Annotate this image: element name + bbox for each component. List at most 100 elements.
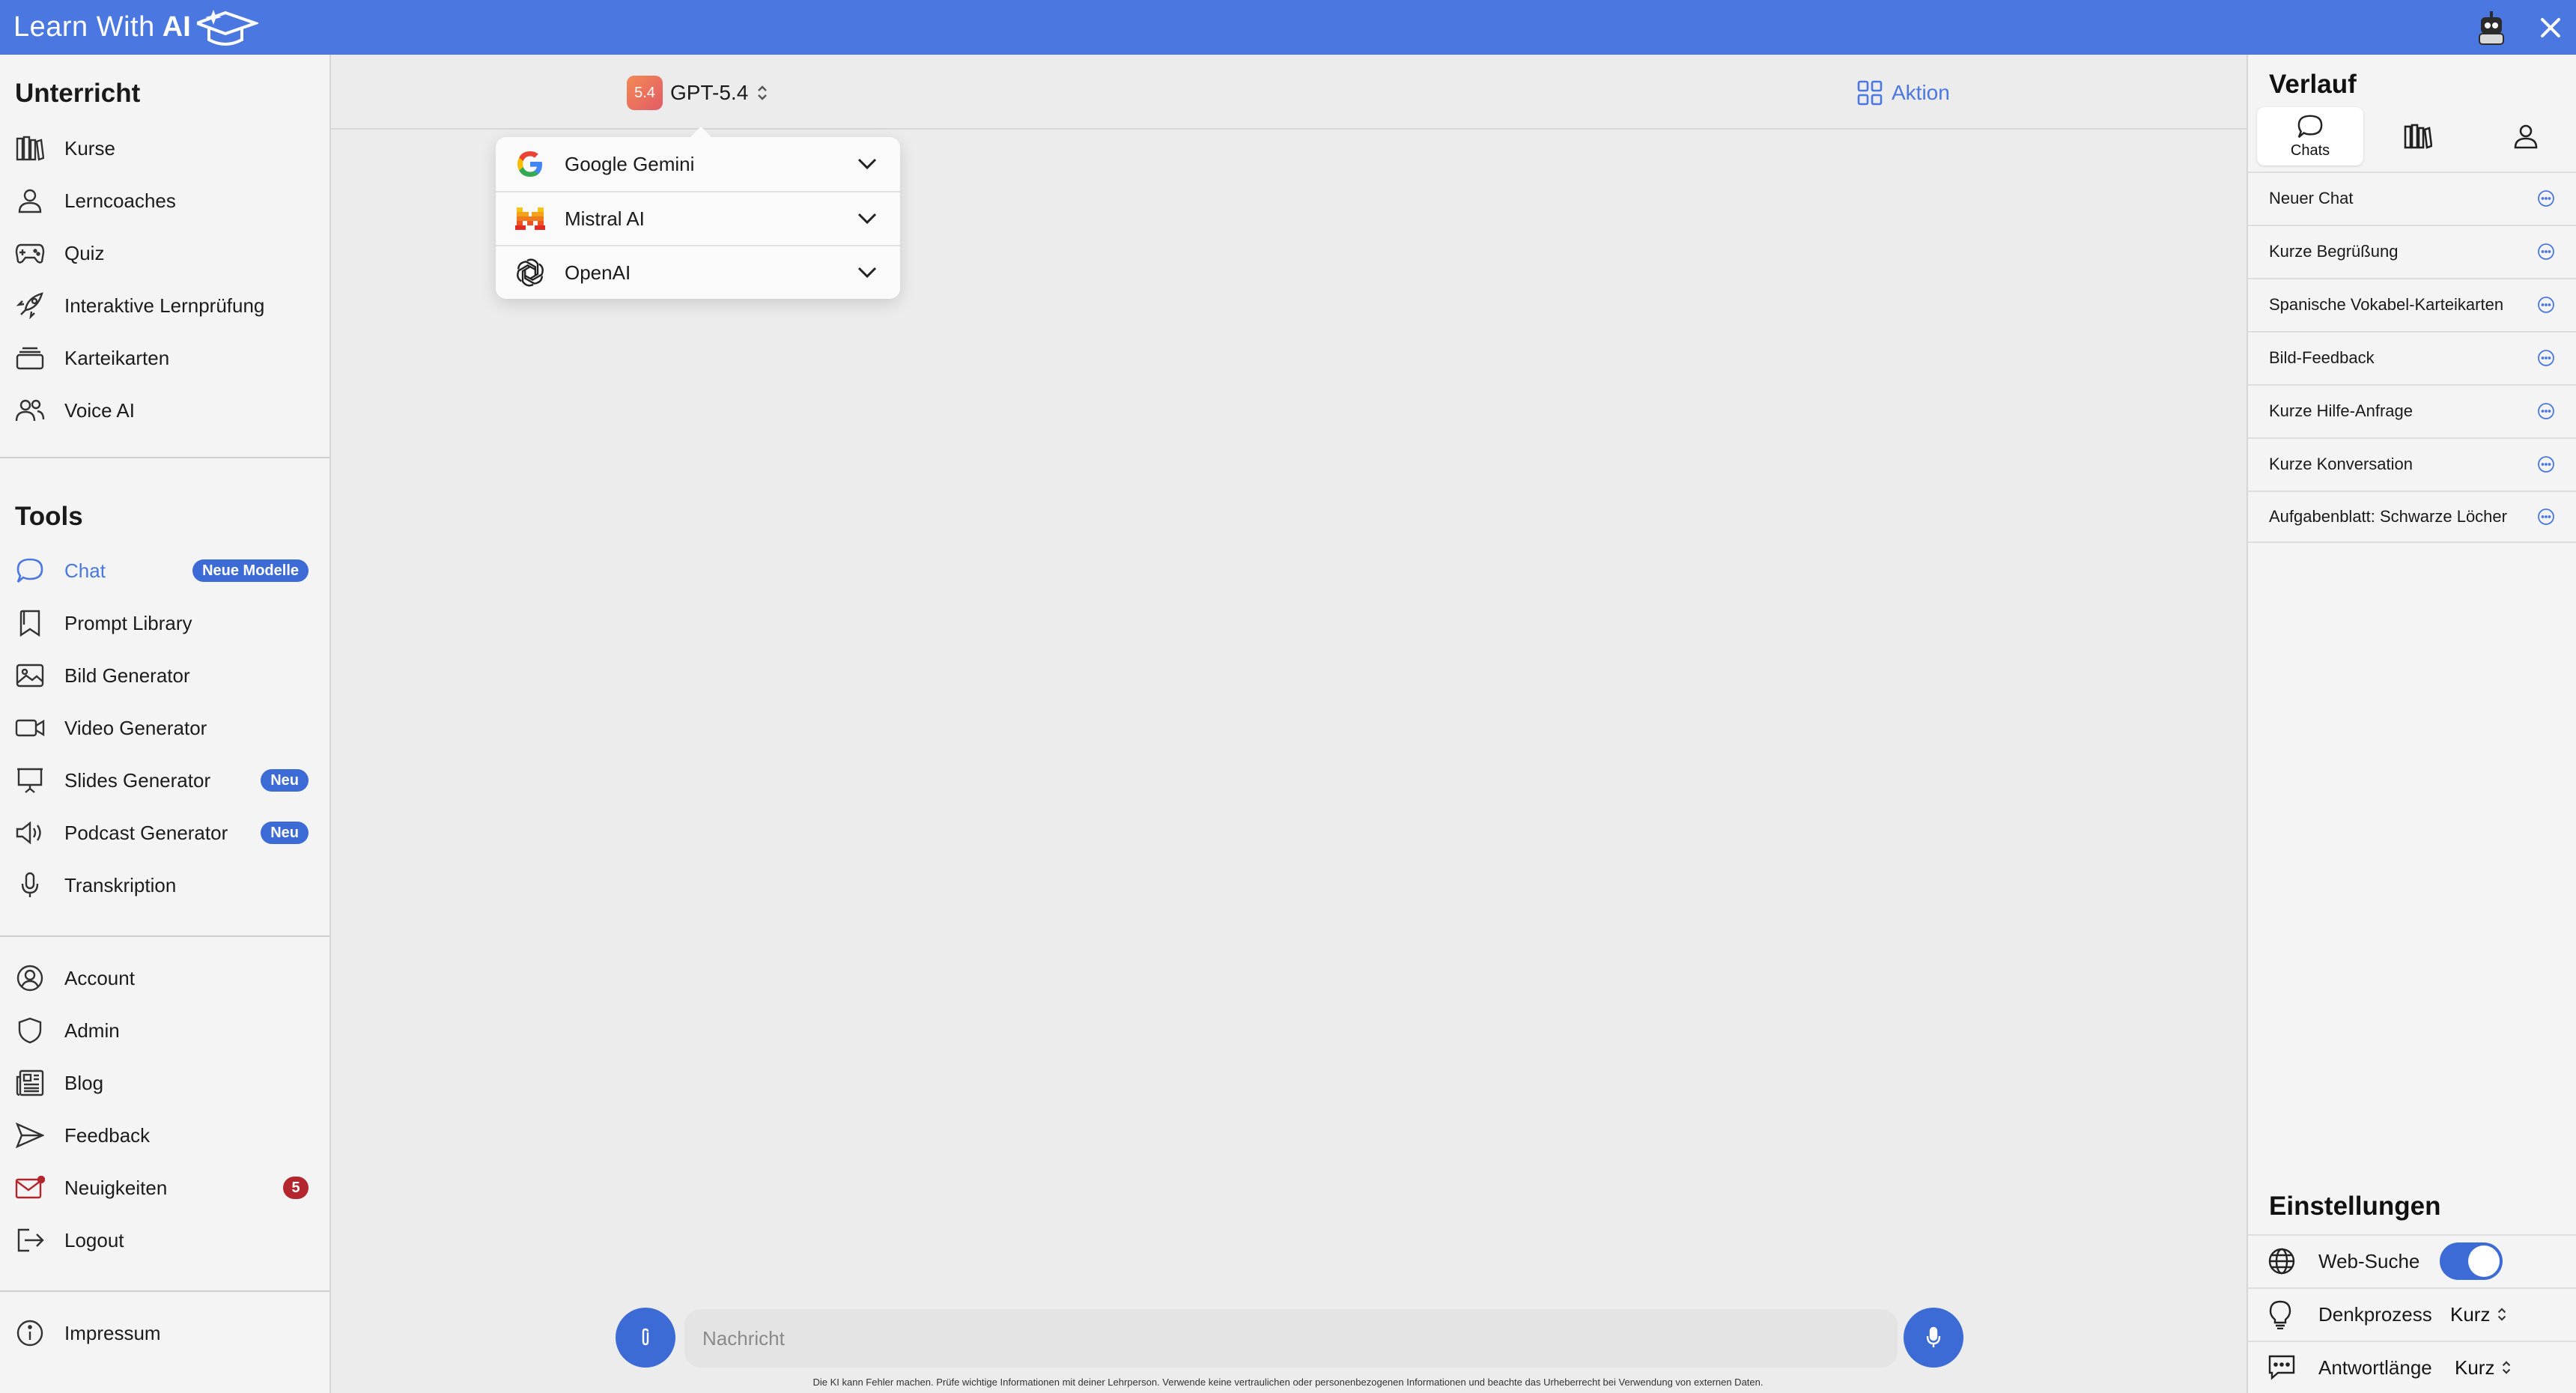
action-button[interactable]: Aktion	[1857, 77, 1950, 109]
section-title-unterricht: Unterricht	[15, 79, 141, 108]
users-icon	[15, 398, 45, 423]
history-item-label: Aufgabenblatt: Schwarze Löcher	[2269, 507, 2507, 526]
attach-button[interactable]	[616, 1308, 675, 1368]
new-badge: Neu	[261, 769, 309, 792]
sidebar-item-label: Lerncoaches	[64, 189, 176, 212]
shield-icon	[15, 1017, 45, 1044]
message-input[interactable]	[684, 1309, 1898, 1368]
sidebar-item-karteikarten[interactable]: Karteikarten	[0, 335, 329, 381]
info-icon	[15, 1320, 45, 1347]
history-item-label: Spanische Vokabel-Karteikarten	[2269, 295, 2504, 314]
history-item[interactable]: Bild-Feedback	[2248, 331, 2576, 383]
chevron-down-icon	[857, 267, 877, 279]
setting-web-search: Web-Suche	[2248, 1234, 2576, 1287]
sidebar-item-label: Admin	[64, 1019, 120, 1042]
voice-input-button[interactable]	[1904, 1308, 1963, 1368]
sidebar-item-account[interactable]: Account	[0, 955, 329, 1001]
brand-text: Learn With	[13, 11, 155, 43]
history-item[interactable]: Kurze Begrüßung	[2248, 225, 2576, 277]
sidebar-item-neuigkeiten[interactable]: Neuigkeiten 5	[0, 1165, 329, 1211]
history-item[interactable]: Kurze Konversation	[2248, 437, 2576, 490]
settings-title: Einstellungen	[2269, 1192, 2441, 1221]
sidebar-item-label: Logout	[64, 1228, 124, 1251]
robot-avatar-icon	[2479, 10, 2504, 45]
model-name: GPT-5.4	[670, 81, 749, 104]
microphone-icon	[1926, 1326, 1941, 1347]
brand-logo[interactable]: Learn With AI	[13, 8, 258, 47]
close-button[interactable]	[2536, 13, 2566, 43]
sidebar-item-label: Transkription	[64, 873, 177, 896]
globe-icon	[2268, 1248, 2295, 1275]
presentation-icon	[15, 768, 45, 793]
sidebar-item-label: Slides Generator	[64, 768, 211, 792]
openai-logo-icon	[514, 256, 547, 289]
more-options-icon[interactable]	[2537, 455, 2555, 473]
sidebar-item-admin[interactable]: Admin	[0, 1007, 329, 1054]
sidebar-item-bild-generator[interactable]: Bild Generator	[0, 652, 329, 699]
sidebar-item-logout[interactable]: Logout	[0, 1217, 329, 1263]
top-bar: Learn With AI	[0, 0, 2576, 55]
history-item-label: Bild-Feedback	[2269, 348, 2375, 367]
sidebar-item-lerncoaches[interactable]: Lerncoaches	[0, 177, 329, 224]
action-label: Aktion	[1892, 81, 1950, 104]
chevron-down-icon	[857, 213, 877, 225]
history-item[interactable]: Kurze Hilfe-Anfrage	[2248, 384, 2576, 437]
sidebar-item-label: Blog	[64, 1071, 104, 1094]
avatar[interactable]	[2473, 9, 2510, 46]
grid-icon	[1857, 80, 1883, 106]
paperclip-icon	[642, 1328, 649, 1346]
sidebar-item-quiz[interactable]: Quiz	[0, 230, 329, 276]
more-options-icon[interactable]	[2537, 189, 2555, 207]
library-icon	[2404, 124, 2432, 149]
toggle-knob	[2468, 1245, 2500, 1277]
cards-icon	[15, 345, 45, 371]
sidebar-item-interaktive-lernpruefung[interactable]: Interaktive Lernprüfung	[0, 282, 329, 329]
provider-mistral-ai[interactable]: Mistral AI	[496, 191, 900, 245]
section-title-tools: Tools	[15, 502, 83, 531]
provider-label: OpenAI	[565, 261, 631, 284]
rocket-icon	[15, 292, 45, 319]
close-icon	[2541, 17, 2560, 37]
provider-google-gemini[interactable]: Google Gemini	[496, 137, 900, 191]
tab-chats[interactable]: Chats	[2257, 107, 2363, 166]
history-item[interactable]: Spanische Vokabel-Karteikarten	[2248, 278, 2576, 330]
chevron-updown-icon	[758, 85, 768, 100]
more-options-icon[interactable]	[2537, 243, 2555, 261]
video-icon	[15, 715, 45, 741]
tab-library[interactable]	[2365, 107, 2471, 166]
model-version-badge: 5.4	[627, 76, 663, 110]
sidebar-item-video-generator[interactable]: Video Generator	[0, 705, 329, 751]
notification-count-badge: 5	[283, 1177, 309, 1199]
model-selector[interactable]: 5.4 GPT-5.4	[627, 76, 769, 110]
sidebar-item-voice-ai[interactable]: Voice AI	[0, 387, 329, 434]
web-search-toggle[interactable]	[2440, 1242, 2503, 1280]
tab-profile[interactable]	[2473, 107, 2576, 166]
provider-openai[interactable]: OpenAI	[496, 245, 900, 299]
answer-length-select[interactable]: Kurz	[2455, 1356, 2512, 1380]
sidebar-item-impressum[interactable]: Impressum	[0, 1310, 329, 1356]
more-options-icon[interactable]	[2537, 296, 2555, 314]
graduation-cap-icon	[196, 9, 258, 46]
sidebar-item-slides-generator[interactable]: Slides Generator Neu	[0, 757, 329, 804]
sidebar-item-feedback[interactable]: Feedback	[0, 1112, 329, 1159]
thinking-select[interactable]: Kurz	[2450, 1303, 2508, 1326]
sidebar-item-podcast-generator[interactable]: Podcast Generator Neu	[0, 810, 329, 856]
chat-bubble-icon	[2297, 115, 2323, 138]
sidebar-item-transkription[interactable]: Transkription	[0, 862, 329, 908]
chat-header: 5.4 GPT-5.4 Aktion	[331, 55, 2247, 130]
sidebar-item-chat[interactable]: Chat Neue Modelle	[0, 547, 329, 594]
sidebar-item-blog[interactable]: Blog	[0, 1060, 329, 1106]
microphone-icon	[15, 872, 45, 898]
more-options-icon[interactable]	[2537, 402, 2555, 420]
more-options-icon[interactable]	[2537, 349, 2555, 367]
sidebar-item-kurse[interactable]: Kurse	[0, 125, 329, 172]
history-item[interactable]: Aufgabenblatt: Schwarze Löcher	[2248, 491, 2576, 543]
disclaimer-text: Die KI kann Fehler machen. Prüfe wichtig…	[812, 1377, 1764, 1388]
sidebar-item-prompt-library[interactable]: Prompt Library	[0, 600, 329, 646]
chevron-updown-icon	[2503, 1361, 2511, 1374]
provider-label: Mistral AI	[565, 207, 645, 230]
provider-label: Google Gemini	[565, 152, 695, 175]
more-options-icon[interactable]	[2537, 508, 2555, 526]
history-item[interactable]: Neuer Chat	[2248, 172, 2576, 224]
sidebar: Unterricht Kurse Lerncoaches Quiz Intera…	[0, 55, 331, 1393]
